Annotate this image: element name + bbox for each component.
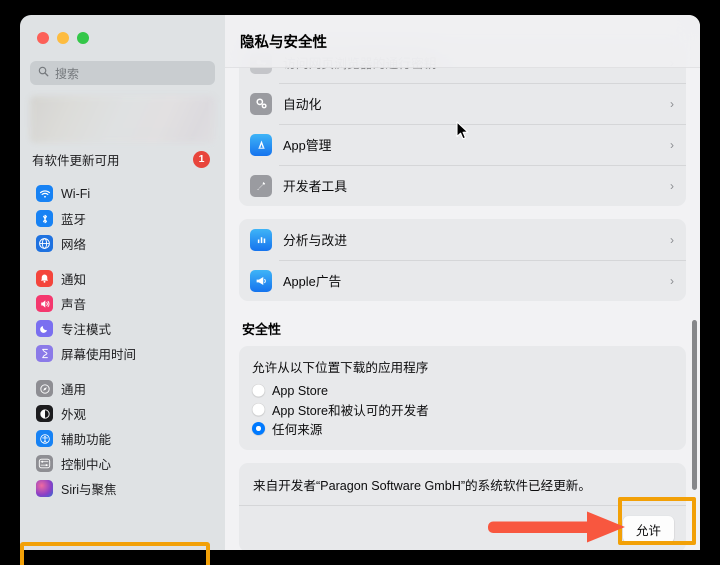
sidebar-item-accessibility[interactable]: 辅助功能 <box>30 426 215 451</box>
search-placeholder: 搜索 <box>55 66 80 81</box>
siri-icon <box>36 480 53 497</box>
window-controls <box>30 15 215 44</box>
sidebar-group-system: 通知 声音 专注模式 屏幕使用时间 <box>30 266 215 366</box>
automation-icon <box>250 92 272 115</box>
close-button[interactable] <box>37 32 49 44</box>
sidebar-item-general[interactable]: 通用 <box>30 376 215 401</box>
download-sources-label: 允许从以下位置下载的应用程序 <box>252 361 429 375</box>
app-management-icon <box>250 133 272 156</box>
chevron-right-icon: › <box>670 137 674 152</box>
general-icon <box>36 380 53 397</box>
sidebar-item-notifications[interactable]: 通知 <box>30 266 215 291</box>
sidebar-item-label: 专注模式 <box>61 323 112 337</box>
radio-anywhere[interactable]: 任何来源 <box>252 419 673 438</box>
sidebar-item-label: 网络 <box>61 238 87 252</box>
sidebar-item-appearance[interactable]: 外观 <box>30 401 215 426</box>
sound-icon <box>36 295 53 312</box>
chevron-right-icon: › <box>670 96 674 111</box>
chevron-right-icon: › <box>670 232 674 247</box>
sidebar-item-focus[interactable]: 专注模式 <box>30 316 215 341</box>
security-heading: 安全性 <box>242 322 282 337</box>
sidebar-item-label: 蓝牙 <box>61 213 87 227</box>
radio-button[interactable] <box>252 384 265 397</box>
sidebar-item-network[interactable]: 网络 <box>30 231 215 256</box>
row-apple-advertising[interactable]: Apple广告 › <box>239 260 686 301</box>
radio-app-store-identified-developers[interactable]: App Store和被认可的开发者 <box>252 400 673 419</box>
zoom-button[interactable] <box>77 32 89 44</box>
sidebar-item-siri[interactable]: Siri与聚焦 <box>30 476 215 501</box>
page-title: 隐私与安全性 <box>240 34 327 51</box>
wifi-icon <box>36 185 53 202</box>
download-sources-card: 允许从以下位置下载的应用程序 App Store App Store和被认可的开… <box>239 346 686 450</box>
software-update-row[interactable]: 有软件更新可用 1 <box>30 147 215 171</box>
controlcenter-icon <box>36 455 53 472</box>
sidebar-group-preferences: 通用 外观 辅助功能 控制中心 Siri与聚焦 <box>30 376 215 501</box>
search-icon <box>38 64 49 82</box>
row-analytics[interactable]: 分析与改进 › <box>239 219 686 260</box>
sidebar-item-bluetooth[interactable]: 蓝牙 <box>30 206 215 231</box>
radio-button-selected[interactable] <box>252 422 265 435</box>
settings-scroll-area[interactable]: 访问网页浏览器的通行密钥 › 自动化 › App管理 <box>225 15 700 550</box>
content-header: 隐私与安全性 <box>225 15 700 68</box>
system-settings-window: 搜索 有软件更新可用 1 Wi-Fi 蓝牙 网络 通知 声音 专注模式 屏幕使用… <box>20 15 700 550</box>
apple-id-profile-redacted[interactable] <box>30 96 215 143</box>
chevron-right-icon: › <box>670 178 674 193</box>
sidebar-item-label: 外观 <box>61 408 87 422</box>
apple-ads-icon <box>250 269 272 292</box>
network-icon <box>36 235 53 252</box>
row-label: 分析与改进 <box>283 233 347 248</box>
radio-button[interactable] <box>252 403 265 416</box>
sidebar-item-label: 通知 <box>61 273 87 287</box>
mouse-cursor <box>456 121 470 146</box>
sidebar-group-network: Wi-Fi 蓝牙 网络 <box>30 181 215 256</box>
row-developer-tools[interactable]: 开发者工具 › <box>239 165 686 206</box>
screentime-icon <box>36 345 53 362</box>
vertical-scrollbar[interactable] <box>692 320 697 490</box>
bluetooth-icon <box>36 210 53 227</box>
row-label: 开发者工具 <box>283 179 347 194</box>
sidebar-item-label: 控制中心 <box>61 458 112 472</box>
privacy-group-2: 分析与改进 › Apple广告 › <box>239 219 686 301</box>
screen: 搜索 有软件更新可用 1 Wi-Fi 蓝牙 网络 通知 声音 专注模式 屏幕使用… <box>0 0 720 565</box>
row-label: App管理 <box>283 138 332 153</box>
focus-icon <box>36 320 53 337</box>
radio-label: App Store <box>272 383 329 398</box>
row-label: 自动化 <box>283 97 322 112</box>
sidebar-item-wifi[interactable]: Wi-Fi <box>30 181 215 206</box>
update-badge: 1 <box>193 150 210 168</box>
sidebar-item-label: 辅助功能 <box>61 433 112 447</box>
chevron-right-icon: › <box>670 273 674 288</box>
sidebar-item-controlcenter[interactable]: 控制中心 <box>30 451 215 476</box>
sidebar-item-label: 屏幕使用时间 <box>61 348 137 362</box>
row-label: Apple广告 <box>283 274 342 289</box>
pointer-arrow-annotation <box>484 506 634 551</box>
developer-tools-icon <box>250 174 272 197</box>
software-update-label: 有软件更新可用 <box>32 153 120 168</box>
radio-app-store[interactable]: App Store <box>252 381 673 400</box>
sidebar-item-sound[interactable]: 声音 <box>30 291 215 316</box>
sidebar-item-label: Wi-Fi <box>61 186 91 201</box>
minimize-button[interactable] <box>57 32 69 44</box>
notifications-icon <box>36 270 53 287</box>
sidebar-item-screentime[interactable]: 屏幕使用时间 <box>30 341 215 366</box>
sidebar-item-label: Siri与聚焦 <box>61 483 117 497</box>
sidebar-bottom-highlight <box>20 542 210 565</box>
content-pane: 隐私与安全性 访问网页浏览器的通行密钥 › <box>225 15 700 550</box>
radio-label: App Store和被认可的开发者 <box>272 404 429 418</box>
appearance-icon <box>36 405 53 422</box>
sidebar: 搜索 有软件更新可用 1 Wi-Fi 蓝牙 网络 通知 声音 专注模式 屏幕使用… <box>20 15 225 550</box>
analytics-icon <box>250 228 272 251</box>
sidebar-item-label: 通用 <box>61 383 87 397</box>
row-automation[interactable]: 自动化 › <box>239 83 686 124</box>
sidebar-item-label: 声音 <box>61 298 87 312</box>
accessibility-icon <box>36 430 53 447</box>
search-input[interactable]: 搜索 <box>30 61 215 85</box>
radio-label: 任何来源 <box>272 423 323 437</box>
